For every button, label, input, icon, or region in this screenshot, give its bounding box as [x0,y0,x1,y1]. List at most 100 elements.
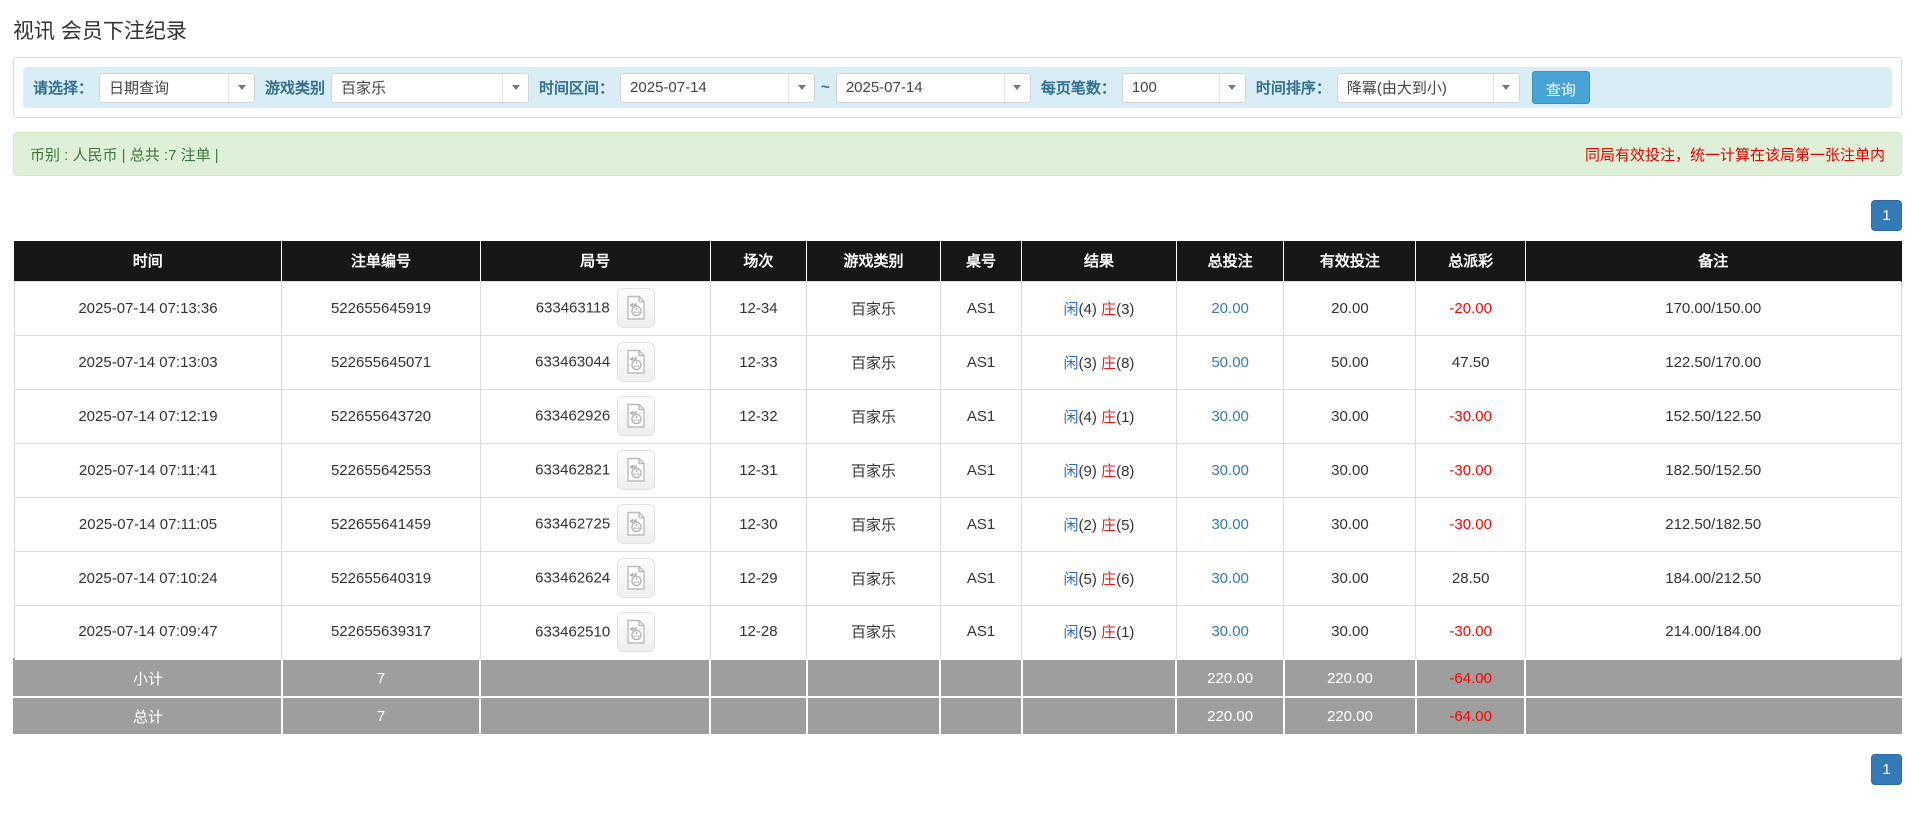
sort-order-value: 降冪(由大到小) [1346,80,1447,97]
cell-result: 闲(4) 庄(1) [1021,388,1177,444]
header-table-no: 桌号 [940,241,1023,281]
cell-bet-id: 522655645071 [281,334,481,390]
cell-payout: -30.00 [1415,496,1526,552]
date-from-value: 2025-07-14 [630,79,707,96]
video-replay-button[interactable] [617,342,656,382]
total-bet-link[interactable]: 30.00 [1211,408,1249,425]
video-replay-button[interactable] [617,611,656,652]
cell-valid-bet: 20.00 [1283,280,1417,336]
result-player-label: 闲 [1063,624,1079,642]
cell-bet-id: 522655639317 [281,604,481,660]
total-bet-link[interactable]: 30.00 [1211,516,1249,533]
result-player-value: (2) [1078,516,1097,534]
cell-remark: 214.00/184.00 [1524,604,1902,660]
cell-empty [709,696,808,736]
cell-summary-label: 小计 [13,658,283,698]
cell-table-no: AS1 [939,388,1023,444]
result-player-label: 闲 [1063,408,1079,426]
cell-game-type: 百家乐 [806,280,941,336]
same-round-notice-text: 同局有效投注，统一计算在该局第一张注单内 [1584,146,1885,164]
cell-summary-label: 总计 [13,696,283,736]
bet-records-table: 时间 注单编号 局号 场次 游戏类别 桌号 结果 总投注 有效投注 总派彩 备注… [13,241,1902,736]
date-from-picker[interactable]: 2025-07-14 [620,72,816,103]
video-replay-button[interactable] [616,288,655,328]
cell-valid-bet: 50.00 [1283,334,1417,390]
query-type-label: 请选择： [33,80,94,97]
video-replay-button[interactable] [617,450,656,490]
query-type-select[interactable]: 日期查询 [99,72,256,103]
header-game-type: 游戏类别 [806,241,941,281]
header-remark: 备注 [1525,241,1902,281]
cell-summary-total-bet: 220.00 [1175,696,1285,736]
chevron-down-icon[interactable] [502,73,529,102]
summary-row: 小计 7 220.00 220.00 -64.00 [13,658,1902,698]
chevron-down-icon[interactable] [1218,73,1245,102]
chevron-down-icon[interactable] [228,73,255,102]
chevron-down-icon[interactable] [788,73,815,102]
cell-game-type: 百家乐 [806,604,941,660]
cell-total-bet: 30.00 [1175,388,1285,444]
chevron-down-icon[interactable] [1492,73,1519,102]
result-player-value: (4) [1078,300,1097,318]
video-replay-button[interactable] [617,558,656,598]
result-banker-label: 庄 [1101,354,1117,372]
cell-result: 闲(5) 庄(1) [1021,604,1177,660]
result-banker-value: (6) [1116,570,1135,588]
cell-session: 12-29 [709,550,808,606]
game-type-label: 游戏类别 [265,80,326,97]
cell-game-type: 百家乐 [806,442,941,498]
cell-total-bet: 20.00 [1175,280,1285,336]
round-id-text: 633462725 [535,515,611,533]
cell-total-bet: 30.00 [1175,550,1285,606]
cell-round-id: 633462725 [479,496,711,552]
page-1-button[interactable]: 1 [1871,754,1902,785]
page-1-button[interactable]: 1 [1871,200,1902,231]
header-payout: 总派彩 [1415,241,1526,281]
cell-bet-id: 522655640319 [281,550,481,606]
date-to-picker[interactable]: 2025-07-14 [835,72,1031,103]
search-button[interactable]: 查询 [1531,71,1590,104]
filter-panel: 请选择： 日期查询 游戏类别 百家乐 时间区间： 2025-07-14 ~ 20… [13,57,1902,118]
cell-payout: -30.00 [1415,604,1526,660]
table-row: 2025-07-14 07:13:36 522655645919 6334631… [13,280,1902,336]
total-bet-link[interactable]: 20.00 [1211,300,1249,317]
page-title: 视讯 会员下注纪录 [13,20,187,43]
page-size-value: 100 [1131,79,1157,96]
date-range-separator: ~ [821,79,830,96]
cell-table-no: AS1 [939,280,1023,336]
cell-game-type: 百家乐 [806,496,941,552]
game-type-select[interactable]: 百家乐 [331,72,530,103]
cell-time: 2025-07-14 07:11:05 [13,496,283,552]
video-file-icon [626,295,645,320]
header-bet-id: 注单编号 [281,241,481,281]
round-id-text: 633462926 [535,407,611,425]
total-bet-link[interactable]: 30.00 [1211,623,1249,640]
sort-order-select[interactable]: 降冪(由大到小) [1336,72,1520,103]
video-replay-button[interactable] [617,396,656,436]
cell-result: 闲(5) 庄(6) [1021,550,1177,606]
cell-remark: 182.50/152.50 [1524,442,1902,498]
chevron-down-icon[interactable] [1003,73,1030,102]
video-replay-button[interactable] [617,504,656,544]
cell-round-id: 633462624 [479,550,711,606]
result-player-label: 闲 [1063,300,1079,318]
total-bet-link[interactable]: 50.00 [1211,354,1249,371]
page-size-select[interactable]: 100 [1121,72,1246,103]
cell-bet-id: 522655643720 [281,388,481,444]
total-bet-link[interactable]: 30.00 [1211,570,1249,587]
cell-result: 闲(2) 庄(5) [1021,496,1177,552]
game-type-value: 百家乐 [341,80,387,97]
cell-table-no: AS1 [939,496,1023,552]
cell-payout: -30.00 [1415,442,1526,498]
header-round-id: 局号 [480,241,711,281]
round-id-text: 633462624 [535,569,611,587]
date-to-value: 2025-07-14 [845,79,923,96]
video-file-icon [627,619,645,644]
cell-empty [709,658,808,698]
result-player-value: (5) [1078,624,1097,642]
result-banker-label: 庄 [1101,462,1117,480]
page-container: 视讯 会员下注纪录 请选择： 日期查询 游戏类别 百家乐 时间区间： 2025-… [0,0,1915,785]
video-file-icon [627,457,645,482]
total-bet-link[interactable]: 30.00 [1211,462,1249,479]
cell-result: 闲(3) 庄(8) [1021,334,1177,390]
